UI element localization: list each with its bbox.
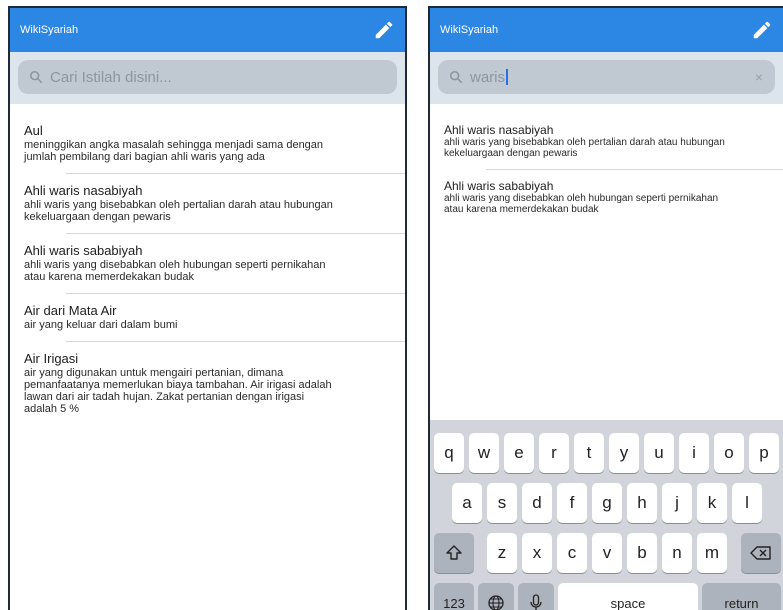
key-l[interactable]: l bbox=[732, 483, 762, 523]
key-k[interactable]: k bbox=[697, 483, 727, 523]
key-o[interactable]: o bbox=[714, 433, 744, 473]
key-z[interactable]: z bbox=[487, 533, 517, 573]
key-g[interactable]: g bbox=[592, 483, 622, 523]
list-item[interactable]: Air dari Mata Air air yang keluar dari da… bbox=[10, 294, 405, 341]
key-e[interactable]: e bbox=[504, 433, 534, 473]
item-description: adalah 5 % bbox=[24, 403, 80, 415]
item-title: Ahli waris nasabiyah bbox=[24, 183, 143, 198]
key-m[interactable]: m bbox=[697, 533, 727, 573]
list-item[interactable]: Aul meninggikan angka masalah sehingga me… bbox=[10, 114, 405, 173]
shift-icon bbox=[446, 545, 462, 560]
key-s[interactable]: s bbox=[487, 483, 517, 523]
search-placeholder: Cari Istilah disini... bbox=[50, 69, 172, 86]
microphone-icon bbox=[530, 594, 542, 610]
item-title: Aul bbox=[24, 123, 43, 138]
backspace-key[interactable] bbox=[741, 533, 781, 573]
key-t[interactable]: t bbox=[574, 433, 604, 473]
item-description: ahli waris yang disebabkan oleh hubungan… bbox=[444, 193, 719, 204]
key-a[interactable]: a bbox=[452, 483, 482, 523]
key-n[interactable]: n bbox=[662, 533, 692, 573]
item-title: Air Irigasi bbox=[24, 351, 79, 366]
numbers-key[interactable]: 123 bbox=[434, 583, 474, 610]
item-title: Air dari Mata Air bbox=[24, 303, 117, 318]
key-c[interactable]: c bbox=[557, 533, 587, 573]
item-description: air yang digunakan untuk mengairi pertan… bbox=[24, 367, 284, 379]
item-description: atau karena memerdekakan budak bbox=[24, 271, 194, 283]
item-description: atau karena memerdekakan budak bbox=[444, 204, 599, 215]
backspace-icon bbox=[750, 546, 771, 560]
key-v[interactable]: v bbox=[592, 533, 622, 573]
space-key[interactable]: space bbox=[558, 583, 698, 610]
key-y[interactable]: y bbox=[609, 433, 639, 473]
item-description: jumlah pembilang dari bagian ahli waris … bbox=[24, 151, 265, 163]
shift-key[interactable] bbox=[434, 533, 474, 573]
item-description: ahli waris yang bisebabkan oleh pertalia… bbox=[24, 199, 333, 211]
item-title: Ahli waris sababiyah bbox=[24, 243, 143, 258]
list-item[interactable]: Ahli waris nasabiyah ahli waris yang bise… bbox=[430, 114, 783, 169]
item-title: Ahli waris nasabiyah bbox=[444, 123, 554, 137]
list-item[interactable]: Ahli waris sababiyah ahli waris yang dise… bbox=[430, 170, 783, 225]
key-x[interactable]: x bbox=[522, 533, 552, 573]
key-h[interactable]: h bbox=[627, 483, 657, 523]
right-screen: WikiSyariah waris × Ahli waris nasabiyah… bbox=[428, 6, 783, 610]
text-caret bbox=[506, 69, 509, 85]
search-value: waris bbox=[470, 69, 509, 86]
item-description: ahli waris yang disebabkan oleh hubungan… bbox=[24, 259, 326, 271]
term-list: Aul meninggikan angka masalah sehingga me… bbox=[10, 114, 405, 425]
item-description: kekeluargaan dengan pewaris bbox=[444, 148, 578, 159]
search-icon bbox=[29, 70, 43, 84]
item-description: ahli waris yang bisebabkan oleh pertalia… bbox=[444, 137, 725, 148]
key-p[interactable]: p bbox=[749, 433, 779, 473]
search-input[interactable]: waris × bbox=[438, 60, 775, 94]
key-i[interactable]: i bbox=[679, 433, 709, 473]
clear-icon[interactable]: × bbox=[755, 69, 763, 85]
app-title: WikiSyariah bbox=[20, 24, 79, 36]
key-b[interactable]: b bbox=[627, 533, 657, 573]
key-r[interactable]: r bbox=[539, 433, 569, 473]
item-description: lawan dari air tadah hujan. Zakat pertan… bbox=[24, 391, 305, 403]
edit-icon[interactable] bbox=[751, 19, 773, 41]
list-item[interactable]: Ahli waris sababiyah ahli waris yang dise… bbox=[10, 234, 405, 293]
result-list: Ahli waris nasabiyah ahli waris yang bise… bbox=[430, 114, 783, 225]
list-item[interactable]: Ahli waris nasabiyah ahli waris yang bise… bbox=[10, 174, 405, 233]
list-item[interactable]: Air Irigasi air yang digunakan untuk meng… bbox=[10, 342, 405, 425]
edit-icon[interactable] bbox=[373, 19, 395, 41]
item-description: pemanfaatanya memerlukan biaya tambahan.… bbox=[24, 379, 332, 391]
search-area: waris × bbox=[430, 52, 783, 104]
key-q[interactable]: q bbox=[434, 433, 464, 473]
search-input[interactable]: Cari Istilah disini... bbox=[18, 60, 397, 94]
search-icon bbox=[449, 70, 463, 84]
item-description: air yang keluar dari dalam bumi bbox=[24, 319, 178, 331]
app-bar: WikiSyariah bbox=[10, 8, 405, 52]
left-screen: WikiSyariah Cari Istilah disini... Aul me… bbox=[8, 6, 407, 610]
search-area: Cari Istilah disini... bbox=[10, 52, 405, 104]
keyboard: q w e r t y u i o p a s d f g h j k l z x c v b n m 123 space return bbox=[430, 420, 783, 610]
microphone-key[interactable] bbox=[518, 583, 554, 610]
key-f[interactable]: f bbox=[557, 483, 587, 523]
item-description: meninggikan angka masalah sehingga menja… bbox=[24, 139, 324, 151]
item-description: kekeluargaan dengan pewaris bbox=[24, 211, 171, 223]
return-key[interactable]: return bbox=[702, 583, 781, 610]
item-title: Ahli waris sababiyah bbox=[444, 179, 554, 193]
key-w[interactable]: w bbox=[469, 433, 499, 473]
key-j[interactable]: j bbox=[662, 483, 692, 523]
key-u[interactable]: u bbox=[644, 433, 674, 473]
key-d[interactable]: d bbox=[522, 483, 552, 523]
app-bar: WikiSyariah bbox=[430, 8, 783, 52]
globe-key[interactable] bbox=[478, 583, 514, 610]
globe-icon bbox=[488, 595, 504, 610]
app-title: WikiSyariah bbox=[440, 24, 499, 36]
